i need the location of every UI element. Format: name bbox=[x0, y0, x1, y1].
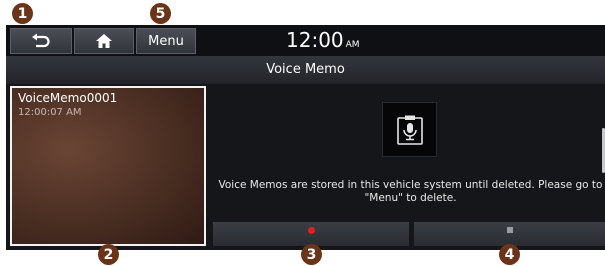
page-title: Voice Memo bbox=[6, 56, 605, 84]
callout-2: 2 bbox=[98, 244, 119, 265]
infotainment-screen: Menu 12:00 AM Voice Memo VoiceMemo0001 12… bbox=[6, 25, 605, 250]
back-arrow-icon bbox=[32, 33, 50, 48]
microphone-display bbox=[382, 102, 437, 157]
back-button[interactable] bbox=[10, 28, 72, 54]
memo-name: VoiceMemo0001 bbox=[18, 91, 118, 105]
clock: 12:00 AM bbox=[286, 28, 360, 52]
home-button[interactable] bbox=[74, 28, 134, 54]
callout-4: 4 bbox=[499, 244, 520, 265]
menu-button[interactable]: Menu bbox=[136, 28, 196, 54]
stop-icon bbox=[506, 227, 513, 233]
microphone-icon bbox=[396, 115, 423, 145]
memo-time: 12:00:07 AM bbox=[18, 107, 82, 118]
record-button[interactable] bbox=[213, 222, 409, 246]
record-icon bbox=[308, 227, 315, 234]
clock-time: 12:00 bbox=[286, 28, 344, 52]
info-message: Voice Memos are stored in this vehicle s… bbox=[218, 179, 603, 204]
callout-5: 5 bbox=[150, 3, 171, 24]
stop-button[interactable] bbox=[414, 222, 605, 246]
home-icon bbox=[96, 34, 112, 48]
callout-3: 3 bbox=[301, 244, 322, 265]
callout-1: 1 bbox=[12, 3, 33, 24]
voice-memo-list-item[interactable]: VoiceMemo0001 12:00:07 AM bbox=[10, 86, 206, 246]
top-bar: Menu 12:00 AM bbox=[6, 25, 605, 56]
clock-ampm: AM bbox=[345, 40, 360, 50]
